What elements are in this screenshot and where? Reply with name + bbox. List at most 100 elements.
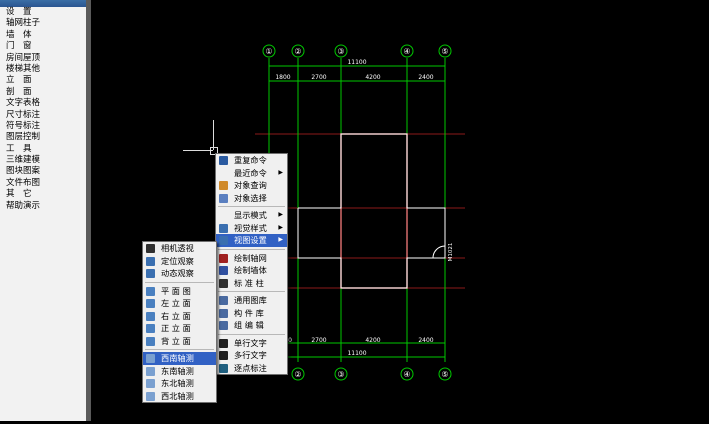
menu-item[interactable]: 西南轴测 <box>143 352 216 365</box>
menu-item-label: 东北轴测 <box>161 378 194 388</box>
menu-separator <box>218 206 285 207</box>
group-edit-icon <box>219 321 228 330</box>
door-symbol <box>432 245 446 259</box>
library-icon <box>219 296 228 305</box>
select-icon <box>219 193 228 203</box>
crosshair-cursor <box>213 120 214 150</box>
menu-item[interactable]: 东北轴测 <box>143 377 216 390</box>
dimension-value: 4200 <box>365 337 380 344</box>
locate-icon <box>146 256 155 266</box>
function-panel: 设 置轴网柱子墙 体门 窗房间屋顶 楼梯其他立 面剖 面文字表格 尺寸标注 符号标注图… <box>0 0 87 421</box>
axis-label: ② <box>294 47 301 56</box>
menu-item-label: 组 编 辑 <box>234 320 264 330</box>
dimension-value: 2700 <box>311 74 326 81</box>
left-elev-icon <box>146 299 155 308</box>
se-iso-icon <box>146 366 155 376</box>
menu-item[interactable]: 逐点标注 <box>216 362 287 375</box>
menu-item[interactable]: 多行文字 <box>216 349 287 362</box>
menu-item[interactable]: 单行文字 <box>216 337 287 350</box>
dimension-value: 1800 <box>275 74 290 81</box>
menu-separator <box>218 291 285 292</box>
function-item[interactable]: 轴网柱子 <box>0 18 86 29</box>
menu-item[interactable]: 西北轴测 <box>143 390 216 403</box>
function-item[interactable]: 工 具 <box>0 144 86 155</box>
menu-item-label: 相机透视 <box>161 243 194 253</box>
repeat-arrow-icon <box>219 156 228 165</box>
menu-item[interactable]: 组 编 辑 <box>216 319 287 332</box>
back-elev-icon <box>146 336 155 346</box>
menu-item-label: 标 准 柱 <box>234 277 264 288</box>
menu-item[interactable]: 右 立 面 <box>143 310 216 323</box>
function-list: 设 置轴网柱子墙 体门 窗房间屋顶 楼梯其他立 面剖 面文字表格 尺寸标注 符号标注图… <box>0 7 86 212</box>
globe-icon <box>219 223 228 233</box>
menu-item[interactable]: 对象选择 <box>216 192 287 205</box>
right-elev-icon <box>146 311 155 321</box>
multitext-icon <box>219 351 228 360</box>
menu-item-label: 平 面 图 <box>161 285 191 296</box>
function-item[interactable]: 楼梯其他 <box>0 64 86 75</box>
function-item[interactable]: 图层控制 <box>0 132 86 143</box>
menu-item-label: 绘制墙体 <box>234 265 267 275</box>
camera-icon <box>146 244 155 253</box>
menu-item[interactable]: 重复命令 <box>216 154 287 167</box>
sw-iso-icon <box>146 354 155 363</box>
menu-item-label: 西北轴测 <box>161 390 194 401</box>
function-item[interactable]: 门 窗 <box>0 41 86 52</box>
submenu-arrow-icon: ▶ <box>278 223 283 231</box>
point-mark-icon <box>219 363 228 373</box>
menu-item[interactable]: 视图设置 ▶ <box>216 234 287 247</box>
menu-item-label: 对象选择 <box>234 192 267 203</box>
menu-item-label: 多行文字 <box>234 350 267 360</box>
function-item[interactable]: 三维建模 <box>0 155 86 166</box>
menu-item[interactable]: 绘制墙体 <box>216 264 287 277</box>
view-settings-submenu: 相机透视定位观察 动态观察平 面 图左 立 面右 立 面正 立 面背 立 面西南轴… <box>142 241 217 403</box>
function-item[interactable]: 剖 面 <box>0 87 86 98</box>
menu-item-label: 东南轴测 <box>161 365 194 376</box>
function-item[interactable]: 图块图案 <box>0 166 86 177</box>
menu-item[interactable]: 最近命令 ▶ <box>216 167 287 180</box>
function-item[interactable]: 尺寸标注 <box>0 110 86 121</box>
menu-item-label: 背 立 面 <box>161 335 191 346</box>
function-item[interactable]: 其 它 <box>0 189 86 200</box>
menu-item[interactable]: 相机透视 <box>143 242 216 255</box>
menu-item-label: 最近命令 <box>234 167 267 178</box>
function-item[interactable]: 房间屋顶 <box>0 53 86 64</box>
menu-item[interactable]: 标 准 柱 <box>216 277 287 290</box>
menu-item[interactable]: 绘制轴网 <box>216 252 287 265</box>
dimension-value: 0 <box>288 337 292 344</box>
menu-item[interactable]: 正 立 面 <box>143 322 216 335</box>
menu-item[interactable]: 背 立 面 <box>143 335 216 348</box>
function-item[interactable]: 立 面 <box>0 75 86 86</box>
function-item[interactable]: 文件布图 <box>0 178 86 189</box>
menu-item[interactable]: 显示模式 ▶ <box>216 209 287 222</box>
menu-item[interactable]: 对象查询 <box>216 179 287 192</box>
menu-item[interactable]: 左 立 面 <box>143 297 216 310</box>
menu-item[interactable]: 动态观察 <box>143 267 216 280</box>
nw-iso-icon <box>146 391 155 401</box>
menu-item[interactable]: 通用图库 <box>216 294 287 307</box>
menu-item-label: 视图设置 <box>234 235 267 245</box>
ne-iso-icon <box>146 379 155 388</box>
menu-item-label: 右 立 面 <box>161 310 191 321</box>
menu-item-label: 显示模式 <box>234 210 267 220</box>
menu-item[interactable]: 东南轴测 <box>143 365 216 378</box>
orbit-icon <box>146 269 155 278</box>
function-item[interactable]: 帮助演示 <box>0 201 86 212</box>
function-item[interactable]: 墙 体 <box>0 30 86 41</box>
axis-label: ② <box>294 370 301 379</box>
axis-label: ③ <box>337 370 344 379</box>
menu-separator <box>218 333 285 335</box>
column-icon <box>219 278 228 288</box>
function-item[interactable]: 符号标注 <box>0 121 86 132</box>
menu-item[interactable]: 构 件 库 <box>216 307 287 320</box>
menu-item[interactable]: 定位观察 <box>143 255 216 268</box>
menu-item[interactable]: 视觉样式 ▶ <box>216 222 287 235</box>
menu-item-label: 绘制轴网 <box>234 252 267 263</box>
menu-item[interactable]: 平 面 图 <box>143 285 216 298</box>
function-item[interactable]: 设 置 <box>0 7 86 18</box>
menu-item-label: 重复命令 <box>234 155 267 165</box>
query-icon <box>219 181 228 190</box>
grid-icon <box>219 253 228 263</box>
menu-item-label: 定位观察 <box>161 255 194 266</box>
function-item[interactable]: 文字表格 <box>0 98 86 109</box>
